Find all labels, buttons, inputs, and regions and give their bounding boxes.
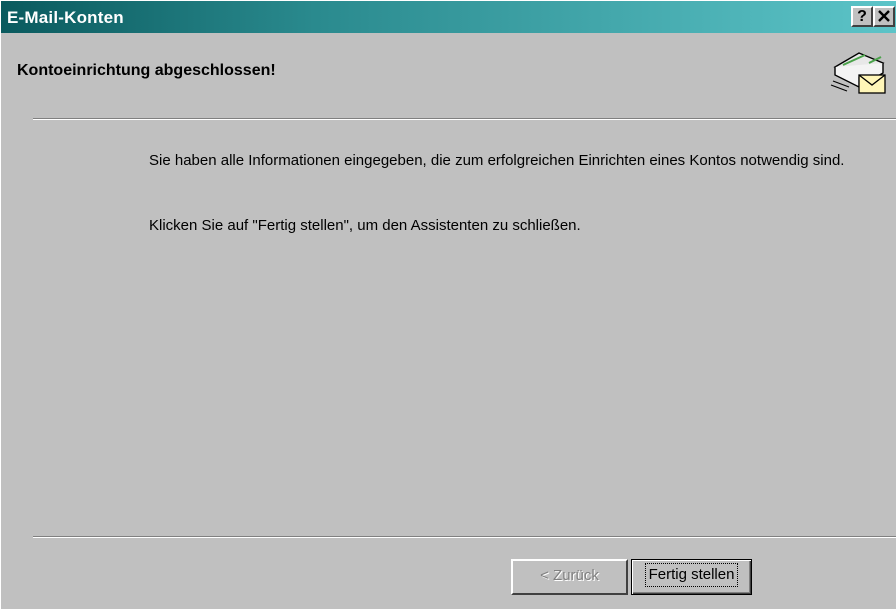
- title-bar[interactable]: E-Mail-Konten ?: [1, 1, 896, 33]
- page-title: Kontoeinrichtung abgeschlossen!: [17, 62, 276, 79]
- finish-button[interactable]: Fertig stellen: [631, 559, 752, 595]
- mail-envelope-icon: [829, 41, 889, 97]
- help-button[interactable]: ?: [851, 6, 873, 27]
- close-button[interactable]: [873, 6, 895, 27]
- window-title: E-Mail-Konten: [7, 8, 124, 27]
- finish-button-label: Fertig stellen: [644, 563, 739, 587]
- instruction-paragraph: Klicken Sie auf "Fertig stellen", um den…: [149, 217, 581, 234]
- email-accounts-wizard-window: E-Mail-Konten ? Kontoeinrichtung abgesch…: [0, 0, 896, 609]
- back-button[interactable]: < Zurück: [511, 559, 628, 595]
- wizard-header: Kontoeinrichtung abgeschlossen!: [1, 33, 896, 118]
- footer-divider: [33, 536, 896, 538]
- close-icon: [877, 10, 891, 27]
- header-divider: [33, 118, 896, 120]
- info-paragraph: Sie haben alle Informationen eingegeben,…: [149, 152, 845, 169]
